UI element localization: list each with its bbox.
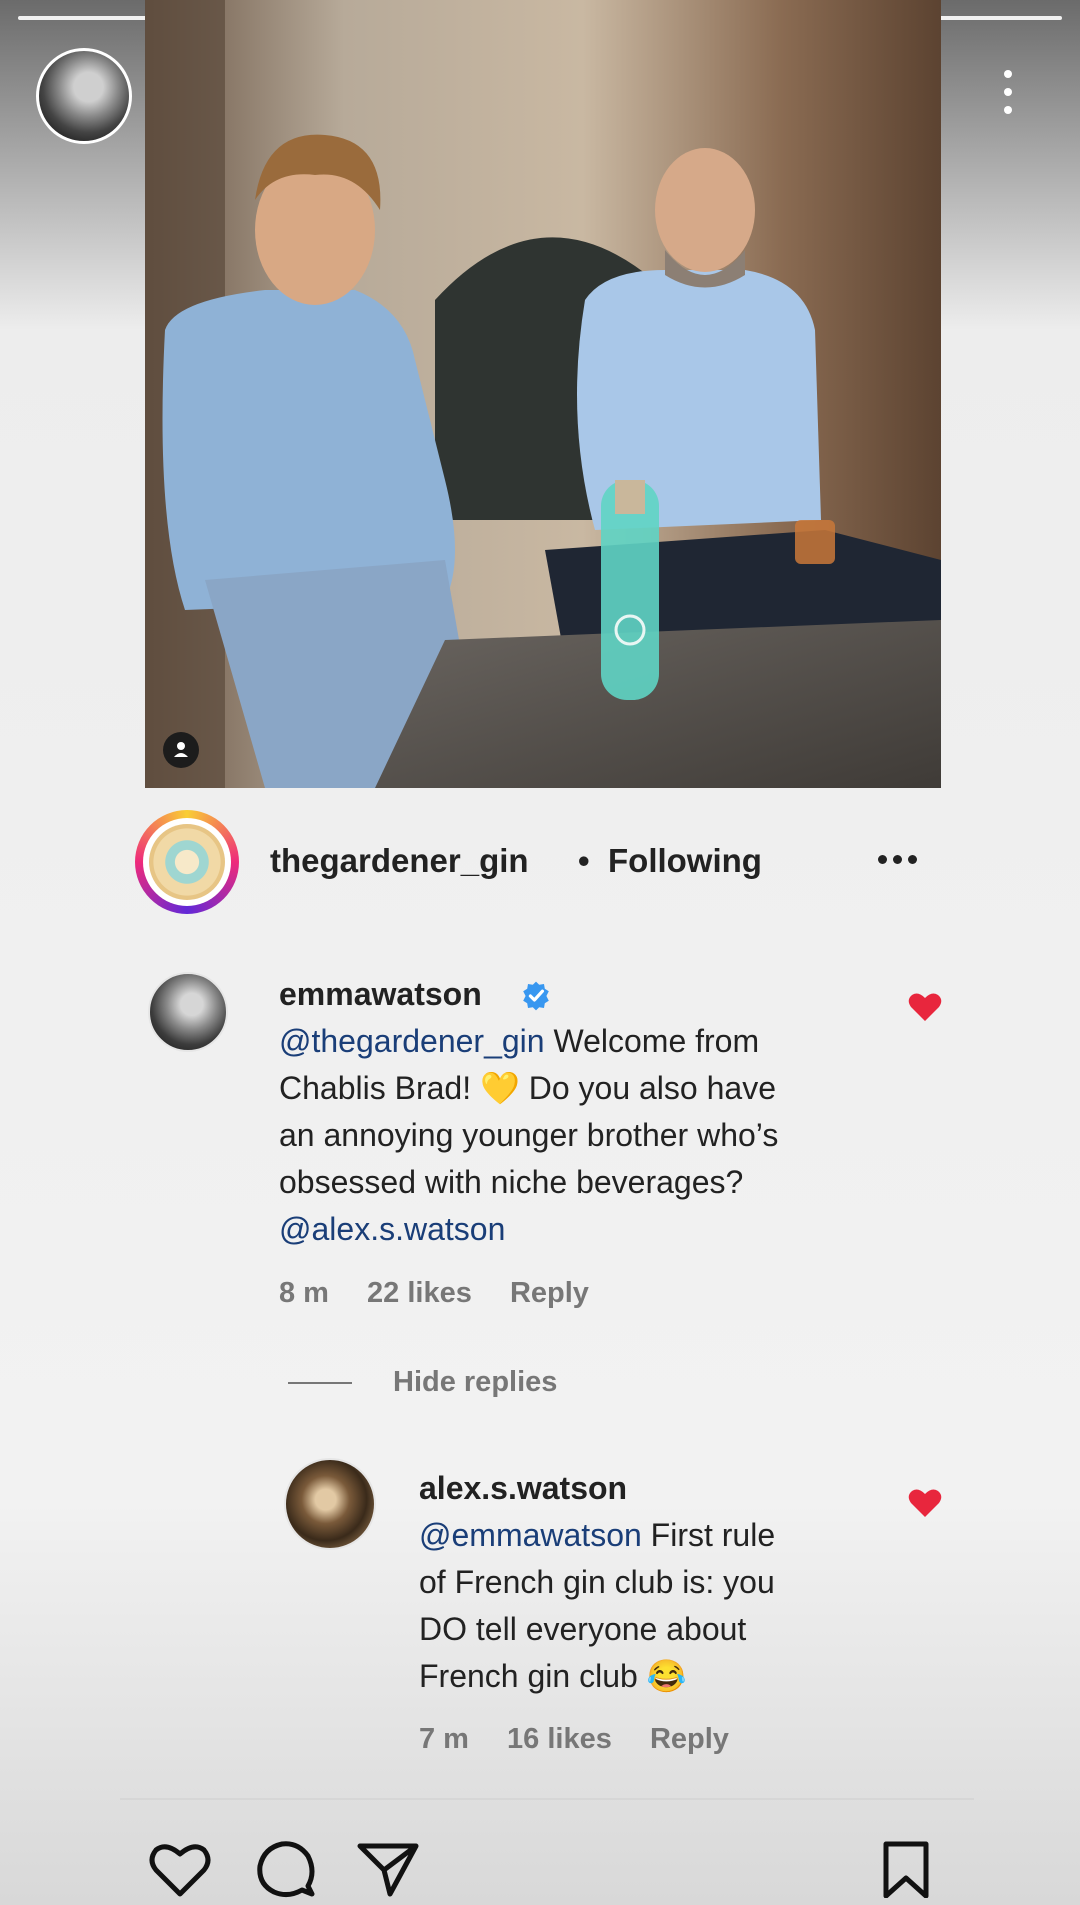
comment-avatar[interactable]: [148, 972, 228, 1052]
verified-badge-icon: [523, 981, 549, 1011]
post-author-username[interactable]: thegardener_gin: [270, 842, 529, 880]
hide-replies-line: [288, 1382, 352, 1384]
story-avatar[interactable]: [36, 48, 132, 144]
reply-likes[interactable]: 16 likes: [507, 1723, 612, 1755]
hide-replies-button[interactable]: Hide replies: [393, 1366, 557, 1399]
comment-username[interactable]: emmawatson: [279, 976, 482, 1013]
comment-likes[interactable]: 22 likes: [367, 1277, 472, 1309]
comment-mention[interactable]: @thegardener_gin: [279, 1023, 545, 1059]
comment-icon[interactable]: [254, 1840, 318, 1898]
laughing-emoji: 😂: [646, 1658, 687, 1694]
reply-text: @emmawatson First rule of French gin clu…: [419, 1517, 776, 1694]
reply-reply-button[interactable]: Reply: [650, 1723, 729, 1755]
comment-text: @thegardener_gin Welcome from Chablis Br…: [279, 1023, 779, 1247]
reply-username[interactable]: alex.s.watson: [419, 1470, 627, 1507]
reply-avatar[interactable]: [284, 1458, 376, 1550]
heart-icon[interactable]: [148, 1840, 212, 1898]
bookmark-icon[interactable]: [874, 1840, 938, 1898]
card-divider: [120, 1798, 974, 1800]
yellow-heart-emoji: 💛: [479, 1070, 520, 1106]
tagged-people-icon[interactable]: [163, 732, 199, 768]
reply-time: 7 m: [419, 1723, 469, 1755]
post-photo[interactable]: [145, 0, 941, 788]
reply-mention[interactable]: @emmawatson: [419, 1517, 642, 1553]
following-status[interactable]: Following: [608, 842, 762, 880]
post-separator: •: [578, 842, 590, 879]
share-icon[interactable]: [356, 1840, 420, 1898]
comment-time: 8 m: [279, 1277, 329, 1309]
post-image: [145, 0, 941, 788]
comment-reply-button[interactable]: Reply: [510, 1277, 589, 1309]
post-author-avatar[interactable]: [135, 810, 239, 914]
more-vertical-icon[interactable]: [990, 70, 1026, 120]
reply-meta: 7 m 16 likes Reply: [419, 1723, 759, 1756]
comment-meta: 8 m 22 likes Reply: [279, 1277, 619, 1310]
comment-mention-2[interactable]: @alex.s.watson: [279, 1211, 505, 1247]
more-horizontal-icon[interactable]: [878, 855, 924, 867]
